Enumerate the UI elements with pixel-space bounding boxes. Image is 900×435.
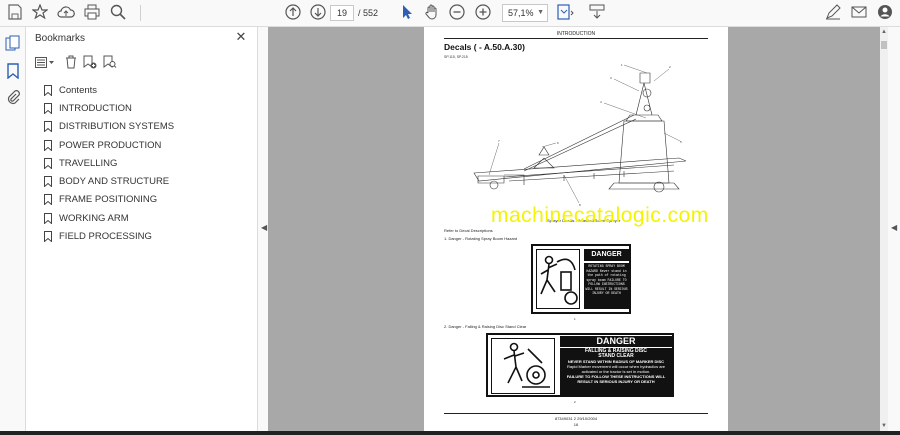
- decal-pictogram: [536, 249, 580, 309]
- svg-text:1: 1: [621, 63, 623, 67]
- bookmark-icon: [44, 121, 52, 133]
- close-icon[interactable]: ✕: [234, 30, 248, 44]
- decal-text: FALLING & RAISING DISC STAND CLEAR NEVER…: [560, 348, 672, 396]
- decal-item-2: 2. Danger - Falling & Raising Disc Stand…: [444, 324, 527, 329]
- zoom-out-icon[interactable]: [448, 4, 466, 22]
- document-viewport[interactable]: INTRODUCTION Decals ( - A.50.A.30) SP.11…: [268, 27, 880, 435]
- scroll-down-icon[interactable]: ▼: [881, 423, 887, 429]
- svg-text:7: 7: [498, 139, 500, 143]
- page-up-icon[interactable]: [284, 4, 302, 22]
- new-bookmark-icon[interactable]: [83, 55, 97, 69]
- sprayer-diagram: 1 234 5678: [473, 63, 687, 207]
- page-title: Decals ( - A.50.A.30): [444, 42, 525, 52]
- bookmark-icon: [44, 139, 52, 151]
- scroll-thumb[interactable]: [881, 41, 887, 49]
- bookmark-icon: [44, 102, 52, 114]
- zoom-in-icon[interactable]: [474, 4, 492, 22]
- bookmark-item[interactable]: DISTRIBUTION SYSTEMS: [44, 118, 174, 136]
- bookmark-label: FIELD PROCESSING: [59, 231, 152, 243]
- attachments-icon[interactable]: [5, 89, 21, 105]
- print-icon[interactable]: [83, 4, 101, 22]
- danger-heading: DANGER: [584, 249, 629, 261]
- bookmark-item[interactable]: INTRODUCTION: [44, 99, 174, 117]
- delete-icon[interactable]: [65, 55, 77, 69]
- zoom-select[interactable]: 57,1% ▼: [502, 4, 548, 22]
- page-total: / 552: [358, 8, 379, 18]
- zoom-value: 57,1%: [508, 8, 534, 18]
- account-icon[interactable]: [876, 4, 894, 22]
- collapse-panel-icon[interactable]: ◀: [261, 223, 267, 232]
- bookmark-icon: [44, 194, 52, 206]
- panel-title: Bookmarks: [35, 33, 86, 44]
- hand-icon[interactable]: [423, 4, 441, 22]
- page-thumbnails-icon[interactable]: [5, 35, 21, 51]
- svg-text:5: 5: [680, 140, 682, 144]
- taskbar-edge: [0, 431, 900, 435]
- watermark: machinecatalogic.com: [491, 204, 709, 227]
- bookmark-label: Contents: [59, 84, 98, 96]
- find-bookmark-icon[interactable]: [103, 55, 117, 69]
- sign-icon[interactable]: [824, 4, 842, 22]
- bookmark-star-icon[interactable]: [31, 3, 49, 22]
- bookmark-label: TRAVELLING: [59, 157, 118, 169]
- decal-rotating-boom: DANGER ROTATING SPRAY BOOM HAZARD Never …: [531, 244, 631, 314]
- decal-pictogram: [491, 338, 555, 394]
- svg-text:3: 3: [610, 76, 612, 80]
- page-subtitle: SP.115, SP.215: [444, 55, 468, 59]
- refer-text: Refer to Decal Descriptions: [444, 228, 493, 233]
- navigation-rail: [0, 27, 26, 435]
- fit-page-icon[interactable]: [556, 4, 574, 22]
- zoom-search-icon[interactable]: [109, 4, 127, 22]
- options-menu-icon[interactable]: [35, 57, 55, 69]
- bookmark-item[interactable]: Contents: [44, 81, 174, 99]
- decal-falling-disc: DANGER FALLING & RAISING DISC STAND CLEA…: [486, 333, 674, 397]
- bookmark-icon: [44, 231, 52, 243]
- bookmark-icon: [44, 84, 52, 96]
- bookmark-item[interactable]: BODY AND STRUCTURE: [44, 172, 174, 190]
- footer-page: 16: [573, 422, 579, 427]
- bookmark-label: FRAME POSITIONING: [59, 194, 158, 206]
- bookmark-icon: [44, 212, 52, 224]
- vertical-scrollbar[interactable]: ▲ ▼: [880, 27, 888, 435]
- bookmarks-panel-icon[interactable]: [5, 63, 21, 80]
- main-toolbar: 19 / 552 57,1% ▼: [0, 0, 900, 27]
- svg-text:6: 6: [557, 141, 559, 145]
- page-down-icon[interactable]: [309, 4, 327, 22]
- save-icon[interactable]: [6, 4, 24, 22]
- select-cursor-icon[interactable]: [398, 4, 416, 22]
- svg-text:4: 4: [600, 100, 602, 104]
- bookmark-item[interactable]: TRAVELLING: [44, 154, 174, 172]
- decal-text: ROTATING SPRAY BOOM HAZARD Never stand i…: [584, 263, 629, 309]
- bookmark-label: POWER PRODUCTION: [59, 139, 162, 151]
- bookmark-item[interactable]: FIELD PROCESSING: [44, 227, 174, 245]
- bookmark-label: WORKING ARM: [59, 212, 129, 224]
- page-number-input[interactable]: 19: [330, 5, 354, 21]
- bookmarks-panel: Bookmarks ✕ Contents INTRODUCTION DISTRIBU…: [26, 27, 258, 435]
- expand-right-panel-icon[interactable]: ◀: [891, 223, 897, 232]
- upload-icon[interactable]: [57, 4, 75, 22]
- decal-item-1: 1. Danger - Rotating Spray Boom Hazard: [444, 236, 518, 241]
- bookmark-list: Contents INTRODUCTION DISTRIBUTION SYSTEMS…: [44, 81, 174, 246]
- scroll-up-icon[interactable]: ▲: [881, 29, 887, 35]
- bookmark-label: DISTRIBUTION SYSTEMS: [59, 121, 175, 133]
- page-header: INTRODUCTION: [556, 31, 596, 37]
- footer-code: 87349031 2 29/10/2004: [554, 416, 598, 421]
- bookmark-label: INTRODUCTION: [59, 102, 132, 114]
- bookmark-item[interactable]: POWER PRODUCTION: [44, 136, 174, 154]
- bookmark-label: BODY AND STRUCTURE: [59, 176, 170, 188]
- svg-text:2: 2: [669, 65, 671, 69]
- bookmark-icon: [44, 157, 52, 169]
- pdf-page: INTRODUCTION Decals ( - A.50.A.30) SP.11…: [424, 27, 728, 435]
- chevron-down-icon: ▼: [537, 9, 544, 16]
- bookmark-item[interactable]: FRAME POSITIONING: [44, 191, 174, 209]
- bookmark-icon: [44, 176, 52, 188]
- scroll-mode-icon[interactable]: [588, 4, 606, 22]
- bookmark-item[interactable]: WORKING ARM: [44, 209, 174, 227]
- email-icon[interactable]: [850, 4, 868, 22]
- danger-heading: DANGER: [560, 336, 672, 347]
